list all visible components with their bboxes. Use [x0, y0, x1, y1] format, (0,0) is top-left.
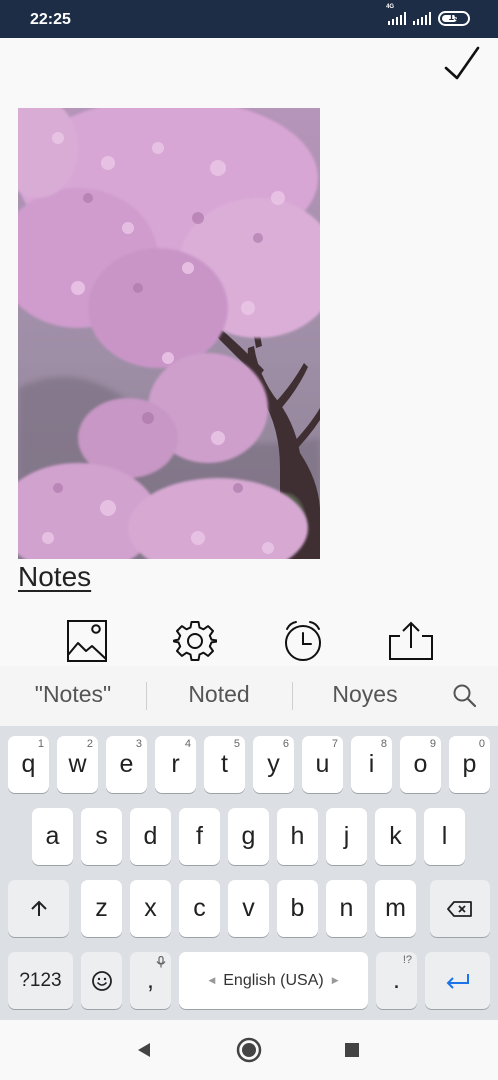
key-e[interactable]: e3	[106, 736, 147, 793]
enter-key[interactable]	[425, 952, 490, 1009]
key-f[interactable]: f	[179, 808, 220, 865]
alarm-clock-icon	[285, 621, 321, 661]
insert-image-button[interactable]	[64, 618, 110, 664]
share-icon	[389, 621, 433, 660]
shift-arrow-icon	[30, 900, 47, 916]
space-bar[interactable]: ◀ English (USA) ▶	[179, 952, 368, 1009]
backspace-icon	[447, 900, 472, 917]
status-time: 22:25	[30, 11, 71, 28]
enter-arrow-icon	[446, 973, 469, 989]
language-next-icon: ▶	[331, 975, 339, 985]
key-t[interactable]: t5	[204, 736, 245, 793]
key-y[interactable]: y6	[253, 736, 294, 793]
suggestion-2[interactable]: Noted	[146, 681, 292, 708]
home-button[interactable]	[235, 1036, 263, 1064]
system-navigation-bar	[0, 1020, 498, 1080]
key-q[interactable]: q1	[8, 736, 49, 793]
key-h[interactable]: h	[277, 808, 318, 865]
image-icon	[67, 620, 107, 662]
recents-square-icon	[345, 1043, 359, 1057]
key-r[interactable]: r4	[155, 736, 196, 793]
back-triangle-icon	[138, 1043, 150, 1057]
battery-level: 19	[448, 12, 460, 23]
key-u[interactable]: u7	[302, 736, 343, 793]
emoji-smiley-icon	[91, 970, 112, 991]
battery-icon: 19	[438, 11, 470, 26]
language-prev-icon: ◀	[208, 975, 216, 985]
search-icon[interactable]	[452, 683, 478, 709]
recents-button[interactable]	[338, 1036, 366, 1064]
key-o[interactable]: o9	[400, 736, 441, 793]
symbols-key[interactable]: ?123	[8, 952, 73, 1009]
backspace-key[interactable]	[430, 880, 490, 937]
key-b[interactable]: b	[277, 880, 318, 937]
reminder-button[interactable]	[280, 618, 326, 664]
key-p[interactable]: p0	[449, 736, 490, 793]
cellular-signal-2-icon	[413, 12, 431, 25]
note-text-field[interactable]: Notes	[18, 561, 91, 593]
confirm-checkmark-button[interactable]	[440, 42, 486, 88]
shift-key[interactable]	[8, 880, 69, 937]
key-d[interactable]: d	[130, 808, 171, 865]
status-bar: 22:25 4G 19	[0, 0, 498, 38]
suggestion-1[interactable]: "Notes"	[0, 681, 146, 708]
network-type-label: 4G	[386, 4, 395, 10]
period-key[interactable]: .!?	[376, 952, 417, 1009]
attached-photo-cherry-blossom[interactable]	[18, 108, 320, 559]
share-button[interactable]	[388, 618, 434, 664]
key-v[interactable]: v	[228, 880, 269, 937]
key-a[interactable]: a	[32, 808, 73, 865]
emoji-key[interactable]	[81, 952, 122, 1009]
key-l[interactable]: l	[424, 808, 465, 865]
back-button[interactable]	[130, 1036, 158, 1064]
key-i[interactable]: i8	[351, 736, 392, 793]
cellular-signal-icon: 4G	[386, 4, 407, 25]
comma-key[interactable]: ,	[130, 952, 171, 1009]
key-g[interactable]: g	[228, 808, 269, 865]
key-w[interactable]: w2	[57, 736, 98, 793]
gear-icon	[173, 621, 217, 661]
soft-keyboard: q1 w2 e3 r4 t5 y6 u7 i8 o9 p0 a s d f g …	[0, 726, 498, 1020]
suggestion-strip: "Notes" Noted Noyes	[0, 666, 498, 726]
key-n[interactable]: n	[326, 880, 367, 937]
key-k[interactable]: k	[375, 808, 416, 865]
key-s[interactable]: s	[81, 808, 122, 865]
key-m[interactable]: m	[375, 880, 416, 937]
key-x[interactable]: x	[130, 880, 171, 937]
status-icons: 4G 19	[386, 4, 470, 26]
settings-button[interactable]	[172, 618, 218, 664]
suggestion-3[interactable]: Noyes	[292, 681, 438, 708]
microphone-icon	[156, 956, 166, 968]
key-c[interactable]: c	[179, 880, 220, 937]
key-j[interactable]: j	[326, 808, 367, 865]
home-circle-icon	[236, 1037, 262, 1063]
key-z[interactable]: z	[81, 880, 122, 937]
